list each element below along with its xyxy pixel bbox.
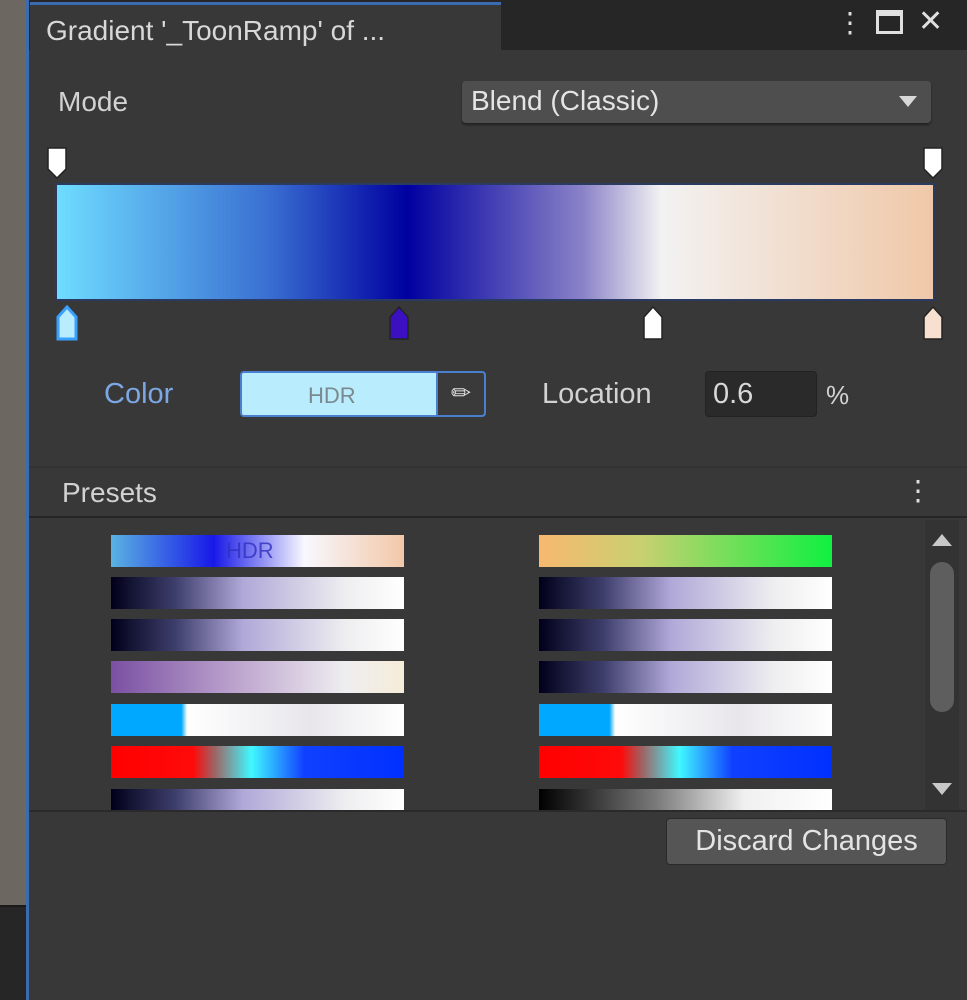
presets-label: Presets: [62, 477, 157, 508]
window-tab[interactable]: Gradient '_ToonRamp' of ...: [30, 2, 501, 50]
presets-kebab-menu-icon[interactable]: ⋮: [904, 474, 932, 507]
gradient-preview[interactable]: [57, 185, 933, 299]
color-field[interactable]: HDR ✏: [240, 371, 486, 417]
kebab-menu-icon[interactable]: ⋮: [836, 6, 864, 39]
color-label: Color: [104, 378, 174, 410]
divider: [29, 466, 967, 468]
location-input[interactable]: 0.6: [705, 371, 817, 417]
color-key-marker[interactable]: [56, 304, 78, 341]
color-key-marker[interactable]: [642, 305, 664, 341]
percent-label: %: [826, 380, 850, 410]
preset-swatch[interactable]: [539, 661, 832, 693]
close-icon[interactable]: ✕: [918, 4, 943, 39]
background-editor-strip: [0, 0, 26, 905]
preset-swatch[interactable]: [111, 661, 404, 693]
color-key-marker[interactable]: [388, 305, 410, 341]
preset-swatch[interactable]: [111, 619, 404, 651]
mode-dropdown[interactable]: Blend (Classic): [462, 81, 931, 123]
divider: [29, 810, 967, 812]
preset-swatch[interactable]: [539, 577, 832, 609]
window-title: Gradient '_ToonRamp' of ...: [46, 15, 386, 46]
divider: [29, 516, 967, 518]
scrollbar-thumb[interactable]: [930, 562, 954, 712]
scroll-down-arrow-icon[interactable]: [932, 783, 952, 795]
scroll-up-arrow-icon[interactable]: [932, 534, 952, 546]
preset-hdr-label: HDR: [226, 538, 274, 563]
discard-changes-button[interactable]: Discard Changes: [666, 818, 947, 865]
alpha-key-marker[interactable]: [47, 147, 67, 180]
preset-swatch[interactable]: [111, 577, 404, 609]
mode-label: Mode: [58, 86, 129, 117]
location-label: Location: [542, 378, 652, 410]
mode-value: Blend (Classic): [471, 85, 660, 116]
preset-swatch[interactable]: [539, 704, 832, 736]
maximize-icon[interactable]: [876, 10, 903, 34]
preset-swatch[interactable]: [111, 746, 404, 778]
background-editor-strip-bottom: [0, 905, 26, 1000]
preset-swatch[interactable]: [539, 619, 832, 651]
color-key-marker[interactable]: [922, 305, 944, 341]
alpha-key-marker[interactable]: [923, 147, 943, 180]
preset-swatch[interactable]: [539, 746, 832, 778]
preset-swatch[interactable]: HDR: [111, 535, 404, 567]
hdr-label: HDR: [308, 383, 356, 408]
preset-swatch[interactable]: [539, 535, 832, 567]
preset-swatch[interactable]: [111, 704, 404, 736]
eyedropper-icon[interactable]: ✏: [436, 373, 484, 415]
chevron-down-icon: [899, 96, 917, 107]
